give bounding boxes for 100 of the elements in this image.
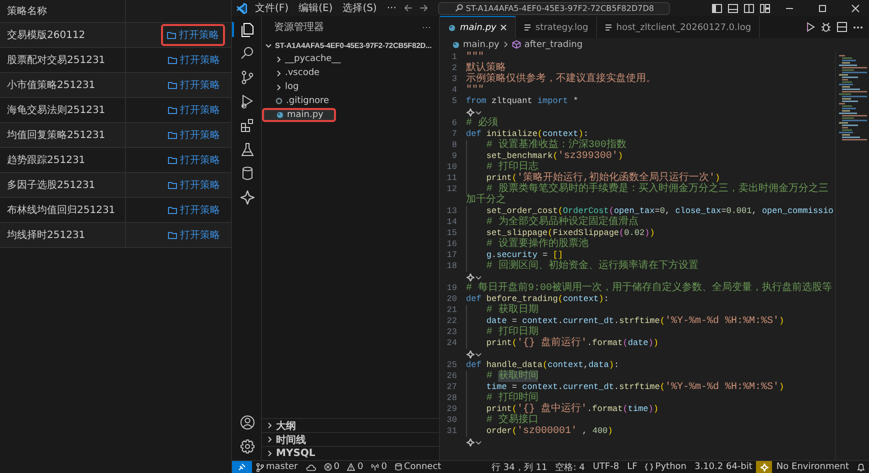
line-number: 14 [446, 217, 458, 228]
cylinder-icon[interactable] [240, 166, 255, 181]
editor-tab[interactable]: main.py [440, 16, 516, 38]
error-icon [324, 463, 332, 471]
person-icon[interactable] [240, 415, 255, 430]
folder-item[interactable]: .vscode [262, 66, 439, 80]
strategy-name: 海龟交易法则251231 [0, 98, 126, 122]
open-strategy-button[interactable]: 打开策略 [163, 50, 225, 70]
open-strategy-button[interactable]: 打开策略 [163, 75, 225, 95]
status-item[interactable]: 3.10.2 64-bit [690, 461, 756, 473]
status-item[interactable]: 空格: 4 [551, 461, 589, 473]
open-strategy-button[interactable]: 打开策略 [163, 125, 225, 145]
open-strategy-button[interactable]: 打开策略 [163, 150, 225, 170]
status-item[interactable]: 0 [320, 461, 344, 473]
code-line: set_benchmark('sz399300') [466, 151, 835, 162]
line-number: 25 [446, 360, 458, 371]
line-number: 15 [446, 228, 458, 239]
files-icon[interactable] [240, 22, 255, 37]
codelens-icon[interactable] [466, 438, 475, 447]
line-number: 27 [446, 382, 458, 393]
folder-icon [168, 156, 177, 164]
strategy-name: 趋势跟踪251231 [0, 148, 126, 172]
file-item[interactable]: main.py [262, 108, 336, 122]
line-number: 8 [450, 140, 458, 151]
folder-icon [168, 56, 177, 64]
search-icon[interactable] [240, 46, 255, 61]
search-icon [454, 4, 463, 12]
flask-icon[interactable] [240, 142, 255, 157]
star-icon[interactable] [240, 190, 255, 205]
codelens-icon[interactable] [466, 350, 475, 359]
status-item[interactable]: 行 34，列 11 [488, 461, 552, 473]
chevron-icon [475, 109, 482, 116]
open-strategy-button[interactable]: 打开策略 [161, 24, 225, 46]
strategy-name: 均值回复策略251231 [0, 123, 126, 147]
run-icon[interactable] [806, 22, 815, 32]
blocks-icon[interactable] [240, 118, 255, 133]
status-item[interactable]: UTF-8 [588, 461, 624, 473]
close-icon[interactable] [851, 4, 860, 12]
sidebar-layout-icon[interactable] [712, 4, 722, 12]
line-number: 10 [446, 162, 458, 173]
status-item[interactable]: master [252, 461, 302, 473]
code-line: print('{} 盘前运行'.format(date)) [466, 338, 835, 349]
split-layout-icon[interactable] [744, 4, 754, 12]
folder-item[interactable]: log [262, 80, 439, 94]
grid-layout-icon[interactable] [760, 4, 770, 12]
section-header[interactable]: 大纲 [262, 418, 439, 432]
play-bug-icon[interactable] [240, 94, 255, 109]
codelens-icon[interactable] [466, 108, 475, 117]
bug-icon[interactable] [821, 22, 831, 32]
maximize-icon[interactable] [818, 4, 827, 12]
branch-icon[interactable] [240, 70, 255, 85]
section-header[interactable]: 时间线 [262, 432, 439, 446]
menu-item[interactable]: 选择(S) [340, 1, 379, 15]
split-editor-icon[interactable] [837, 22, 847, 32]
code-line: # 为全部交易品种设定固定值滑点 [466, 217, 835, 228]
status-item[interactable]: Python [641, 461, 690, 473]
open-strategy-button[interactable]: 打开策略 [163, 175, 225, 195]
folder-icon [168, 81, 177, 89]
line-number: 21 [446, 305, 458, 316]
status-item[interactable]: LF [623, 461, 642, 473]
line-number: 11 [446, 173, 458, 184]
status-item[interactable]: Connect [390, 461, 446, 473]
close-icon[interactable] [500, 24, 508, 31]
open-strategy-button[interactable]: 打开策略 [163, 200, 225, 220]
folder-icon [168, 106, 177, 114]
breadcrumb-item[interactable]: main.py [463, 40, 500, 50]
code-line: """ [466, 85, 486, 96]
strategy-name: 小市值策略251231 [0, 73, 126, 97]
forward-arrow-icon[interactable] [419, 4, 428, 12]
line-number: 24 [446, 338, 458, 349]
command-search-field[interactable]: ST-A1A4AFA5-4EF0-45E3-97F2-72CB5F82D7D8 [438, 2, 670, 14]
file-item[interactable]: .gitignore [262, 94, 439, 108]
settings-icon[interactable] [240, 439, 255, 454]
line-number: 31 [446, 426, 458, 437]
status-item[interactable]: 0 [343, 461, 368, 473]
more-icon[interactable] [853, 26, 863, 28]
more-button[interactable]: ··· [422, 22, 431, 32]
codelens-icon[interactable] [466, 273, 475, 282]
code-line: # 设置要操作的股票池 [466, 239, 835, 250]
status-item[interactable]: 0 [367, 461, 391, 473]
menu-item[interactable]: ··· [384, 2, 398, 14]
breadcrumb-item[interactable]: after_trading [524, 40, 583, 50]
menu-item[interactable]: 编辑(E) [296, 1, 335, 15]
code-line: def before_trading(context): [466, 294, 610, 304]
folder-icon [168, 181, 177, 189]
folder-icon [168, 231, 177, 239]
back-arrow-icon[interactable] [404, 4, 414, 12]
open-strategy-button[interactable]: 打开策略 [163, 100, 225, 120]
status-item[interactable] [756, 461, 772, 473]
menu-item[interactable]: 文件(F) [253, 1, 291, 15]
code-line: """ [466, 52, 484, 63]
code-line: time = context.current_dt.strftime('%Y-%m-%d %H:%M:%S') [466, 382, 835, 393]
line-number: 9 [450, 151, 458, 162]
folder-item[interactable]: __pycache__ [262, 52, 439, 66]
code-line: # 回测区间、初始资金、运行频率请在下方设置 [466, 261, 835, 272]
line-number: 18 [446, 261, 458, 272]
chevron-icon [502, 41, 510, 48]
status-item[interactable]: No Environment [772, 461, 853, 473]
open-strategy-button[interactable]: 打开策略 [163, 225, 225, 245]
panel-layout-icon[interactable] [728, 4, 738, 12]
